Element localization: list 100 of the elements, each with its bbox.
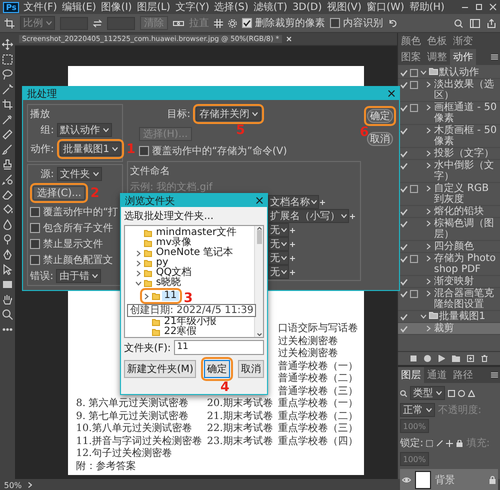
blend-mode-dropdown[interactable]: 正常 (400, 403, 435, 417)
cancel-button[interactable]: 取消 (238, 360, 264, 378)
naming-dropdown[interactable]: 文档名称 (268, 195, 319, 209)
gear-icon[interactable] (228, 18, 237, 28)
folder-item[interactable]: mindmaster文件 (154, 228, 238, 238)
layer-row[interactable]: 背景 (400, 469, 498, 490)
menu-item[interactable]: 滤镜(T) (252, 0, 288, 14)
adjust-filter-icon[interactable] (458, 390, 465, 396)
image-filter-icon[interactable] (448, 390, 455, 396)
stamp-icon[interactable] (2, 159, 13, 170)
plus-icon[interactable] (290, 228, 295, 232)
plus-icon[interactable] (290, 256, 295, 260)
move-icon[interactable] (446, 440, 454, 446)
menu-icon[interactable] (491, 54, 498, 60)
naming-dropdown[interactable]: 无 (268, 237, 289, 251)
menu-item[interactable]: 文件(F) (22, 0, 58, 14)
play-icon[interactable] (438, 355, 445, 362)
menu-item[interactable]: 视图(V) (326, 0, 363, 14)
share-icon[interactable] (487, 18, 496, 28)
folder-item[interactable]: 11 (162, 291, 179, 301)
crop-icon[interactable] (2, 99, 13, 110)
zoom-level[interactable]: 50% (4, 480, 22, 490)
lasso-icon[interactable] (2, 69, 13, 80)
panel-tab[interactable]: 颜色 (398, 33, 424, 49)
panel-tab[interactable]: 色板 (424, 33, 450, 49)
reset-icon[interactable] (388, 18, 397, 28)
search-icon[interactable] (2, 309, 13, 320)
dialog-toggle-icon[interactable] (410, 254, 418, 262)
hand-icon[interactable] (2, 294, 13, 305)
checkbox[interactable] (139, 146, 149, 156)
source-dropdown[interactable]: 文件夹 (57, 167, 102, 181)
menu-item[interactable]: 3D(D) (291, 2, 323, 12)
menu-item[interactable]: 图层(L) (136, 0, 172, 14)
folder-item[interactable]: s晓晓 (154, 278, 184, 288)
set-dropdown[interactable]: 默认动作 (57, 123, 112, 137)
cancel-button[interactable]: 取消 (367, 132, 393, 146)
dropper-icon[interactable] (2, 114, 13, 125)
wand-icon[interactable] (2, 84, 13, 95)
search-icon[interactable] (454, 18, 463, 28)
dialog-toggle-icon[interactable] (410, 80, 418, 88)
menu-item[interactable]: 文字(Y) (174, 0, 210, 14)
lock-icon[interactable] (456, 440, 464, 446)
dialog-toggle-icon[interactable] (410, 68, 418, 76)
folder-item[interactable]: OneNote 笔记本 (154, 248, 236, 258)
panel-tab[interactable]: 通道 (424, 367, 450, 383)
dialog-toggle-icon[interactable] (410, 290, 418, 298)
input-field[interactable] (60, 16, 88, 30)
folder-item[interactable]: py (154, 258, 170, 268)
bucket-icon[interactable] (2, 204, 13, 215)
checkbox[interactable] (30, 239, 40, 249)
folder-icon[interactable] (452, 355, 460, 362)
panel-tab[interactable]: 渐变 (450, 33, 476, 49)
menu-item[interactable]: 编辑(E) (61, 0, 98, 14)
plus-icon[interactable] (290, 242, 295, 246)
menu-item[interactable]: 选择(S) (213, 0, 250, 14)
swap-icon[interactable] (93, 18, 102, 28)
chevron-down-icon[interactable] (135, 280, 142, 286)
filter-dropdown[interactable]: 类型 (410, 386, 445, 400)
lock-pixels-icon[interactable] (426, 440, 434, 446)
drop-icon[interactable] (2, 219, 13, 230)
destination-dropdown[interactable]: 存储并关闭 (196, 107, 262, 121)
trash-icon[interactable] (481, 355, 488, 362)
pointer-icon[interactable] (2, 264, 13, 275)
naming-dropdown[interactable]: 无 (268, 265, 289, 279)
naming-dropdown[interactable]: 无 (268, 223, 289, 237)
folder-item[interactable]: mv录像 (154, 238, 194, 248)
new-folder-button[interactable]: 新建文件夹(M) (124, 360, 196, 378)
scroll-thumb[interactable] (256, 230, 262, 244)
dashed-square-icon[interactable] (2, 54, 13, 65)
plus-icon[interactable] (320, 200, 325, 204)
ok-button[interactable]: 确定 (204, 360, 230, 378)
plus-icon[interactable] (350, 214, 355, 218)
rectangle-icon[interactable] (2, 279, 13, 290)
ok-button[interactable]: 确定 (367, 109, 393, 123)
action-row[interactable]: 混合器画笔克隆绘图设置 (398, 288, 500, 311)
panel-tab[interactable]: 调整 (424, 49, 450, 65)
pen-icon[interactable] (2, 249, 13, 260)
panel-tab[interactable]: 路径 (450, 367, 476, 383)
new-item-icon[interactable] (467, 355, 474, 362)
folder-item[interactable]: 22寒假 (162, 327, 199, 337)
grid-icon[interactable] (214, 18, 223, 28)
menu-item[interactable]: 帮助(H) (408, 0, 446, 14)
plus-icon[interactable] (290, 270, 295, 274)
close-icon[interactable] (388, 90, 395, 97)
restore-icon[interactable] (475, 3, 483, 11)
eraser-icon[interactable] (2, 189, 13, 200)
chevron-right-icon[interactable] (144, 292, 149, 300)
checkbox[interactable] (30, 207, 40, 217)
input-field[interactable] (107, 16, 135, 30)
panel-tab[interactable]: 动作 (450, 49, 476, 65)
action-dropdown[interactable]: 批量截图1 (60, 142, 122, 156)
close-icon[interactable] (256, 197, 263, 204)
folder-field[interactable]: 11 (174, 340, 264, 355)
menu-item[interactable]: 窗口(W) (366, 0, 406, 14)
search-icon[interactable] (400, 390, 407, 396)
dialog-toggle-icon[interactable] (410, 104, 418, 112)
move-icon[interactable] (2, 39, 13, 50)
dialog-toggle-icon[interactable] (410, 184, 418, 192)
action-row[interactable]: 默认动作 (398, 67, 500, 79)
panel-tab[interactable]: 图层 (398, 367, 424, 383)
